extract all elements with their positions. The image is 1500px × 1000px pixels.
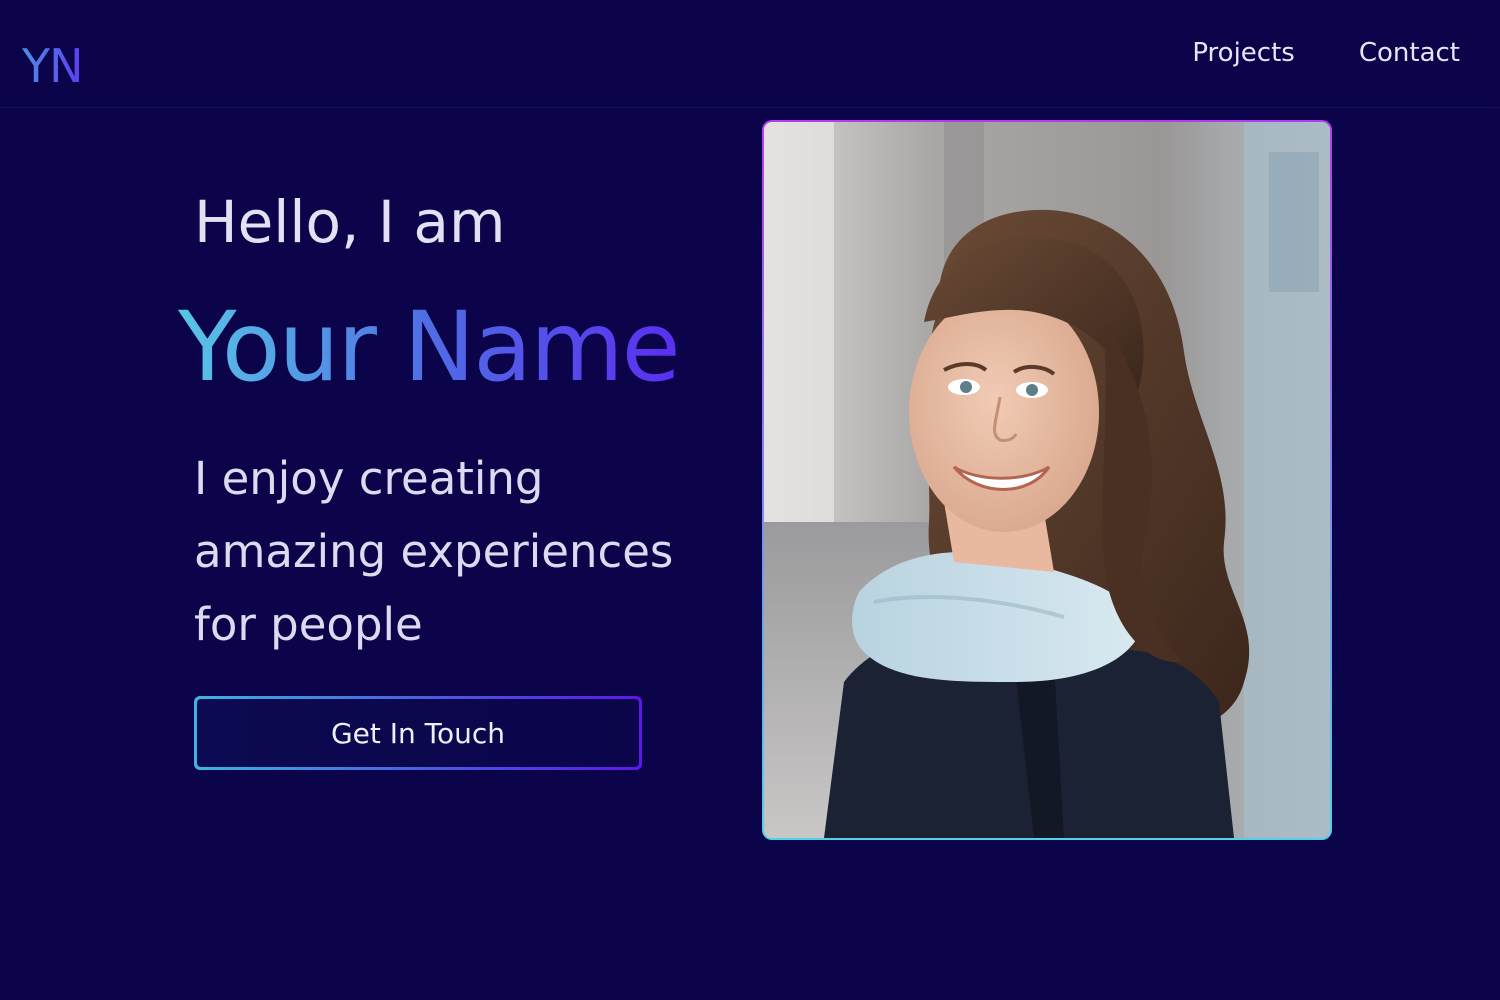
hero-greeting: Hello, I am	[194, 188, 506, 256]
tagline-line-2: amazing experiences	[194, 525, 674, 578]
portrait-illustration	[764, 122, 1330, 838]
nav-link-projects[interactable]: Projects	[1192, 36, 1295, 70]
get-in-touch-border: Get In Touch	[194, 696, 642, 770]
portrait-frame	[762, 120, 1332, 840]
portrait-photo	[764, 122, 1330, 838]
nav-link-contact[interactable]: Contact	[1359, 36, 1460, 70]
hero-name: Your Name	[178, 291, 681, 403]
tagline-line-3: for people	[194, 598, 423, 651]
main-nav: Projects Contact	[1192, 36, 1460, 70]
site-header: YN Projects Contact	[0, 0, 1500, 108]
logo[interactable]: YN	[22, 38, 84, 94]
tagline-line-1: I enjoy creating	[194, 452, 544, 505]
page: YN Projects Contact Hello, I am Your Nam…	[0, 0, 1500, 1000]
hero-tagline: I enjoy creating amazing experiences for…	[194, 442, 714, 661]
get-in-touch-button[interactable]: Get In Touch	[197, 699, 639, 767]
